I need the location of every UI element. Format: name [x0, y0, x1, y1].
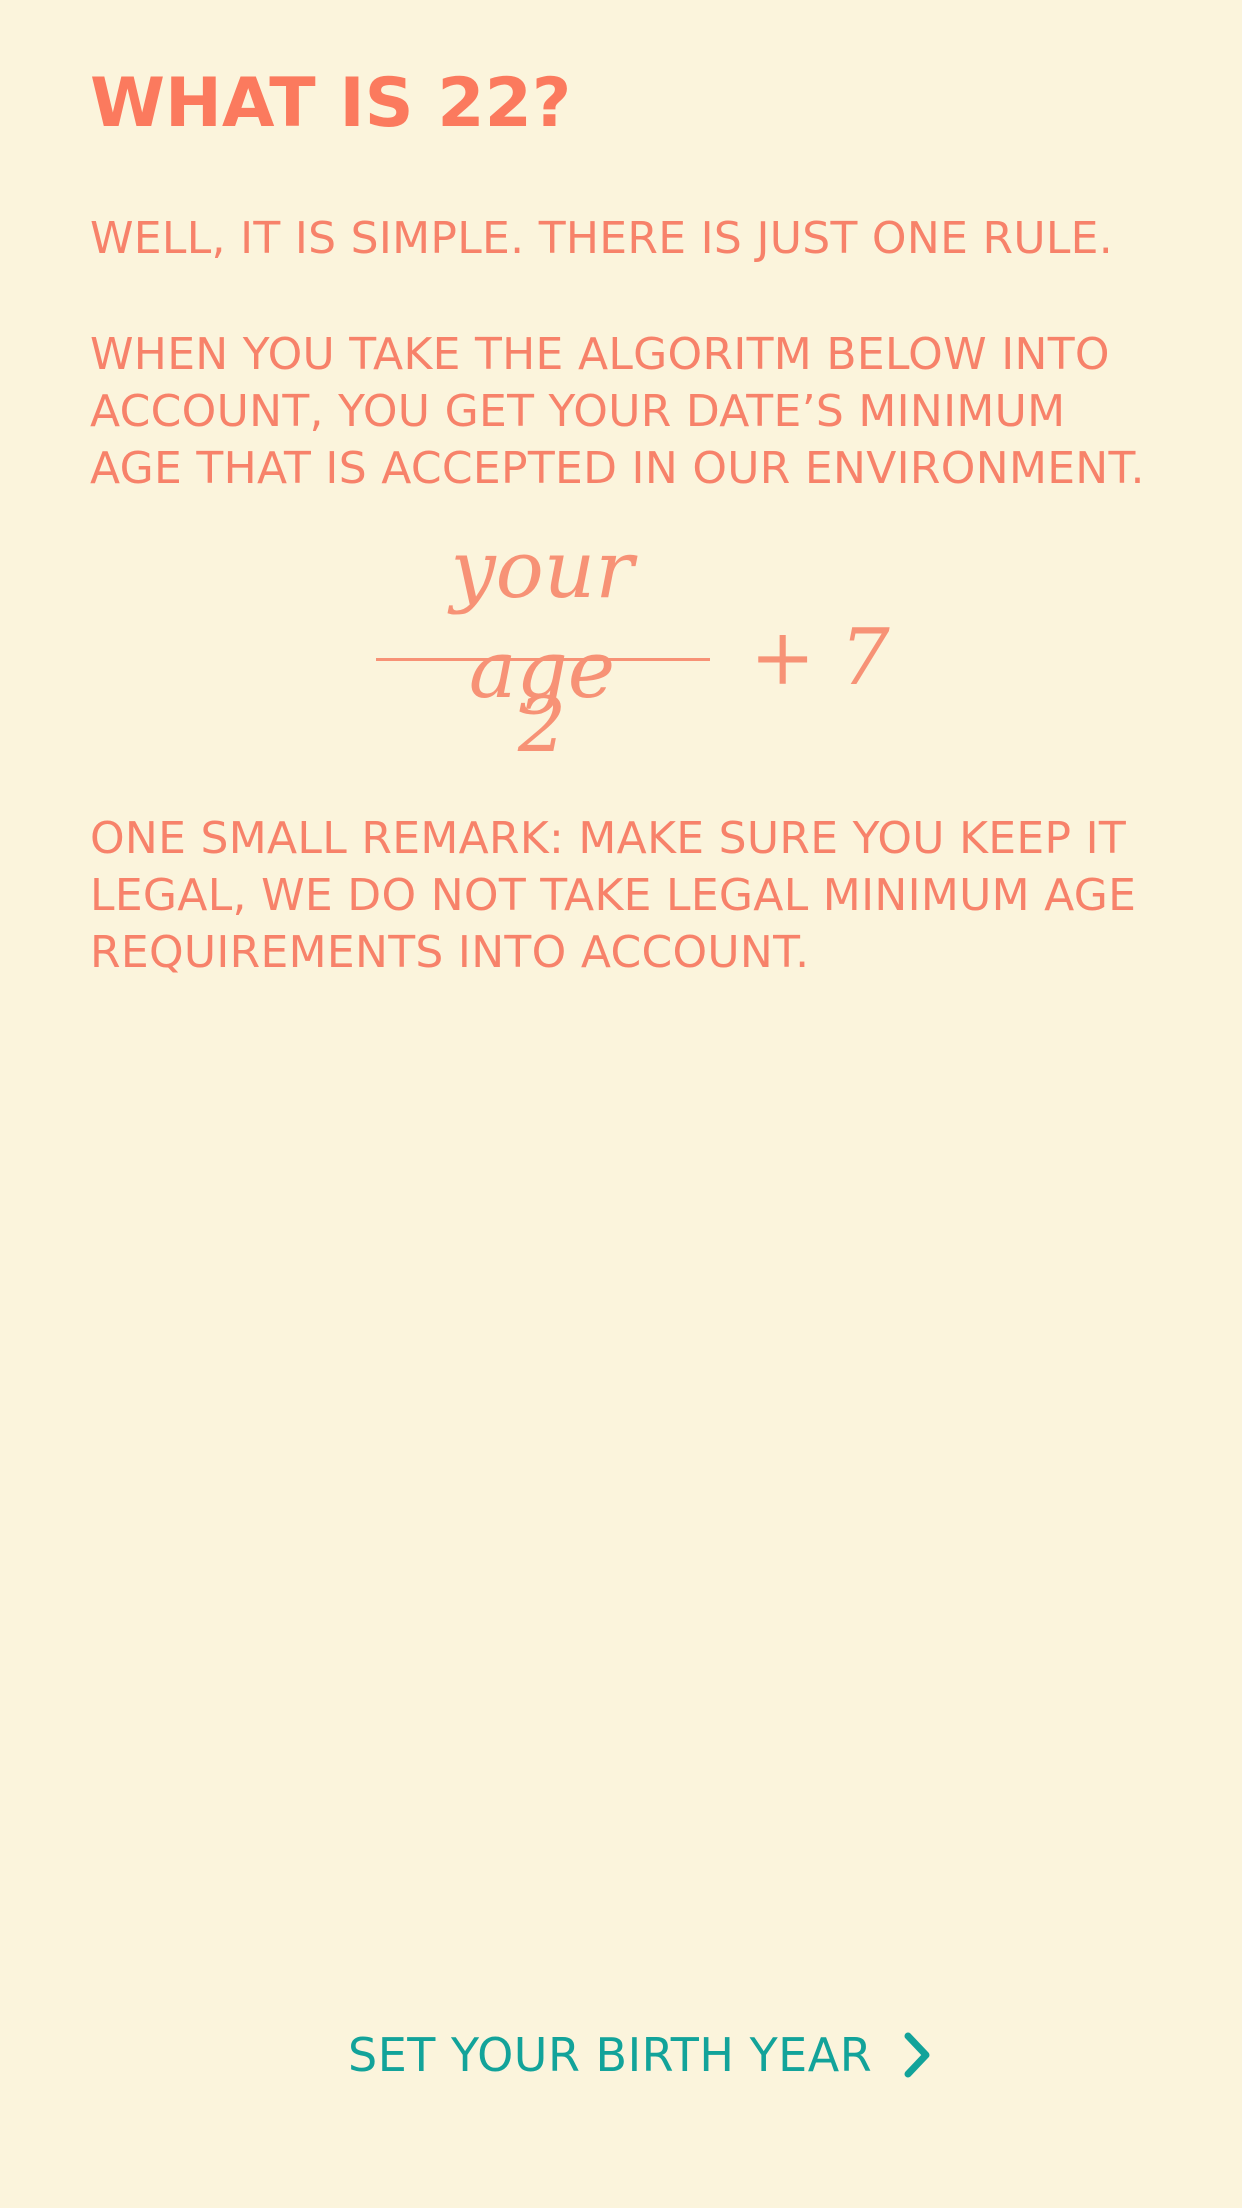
set-birth-year-label: SET YOUR BIRTH YEAR [348, 2028, 873, 2082]
formula-addend: + 7 [750, 613, 890, 703]
explanation-text: WHEN YOU TAKE THE ALGORITM BELOW INTO AC… [90, 329, 1145, 494]
chevron-right-icon [902, 2032, 932, 2078]
formula-fraction-bar [376, 658, 710, 661]
formula-denominator: 2 [517, 680, 567, 769]
page-title: WHAT IS 22? [90, 64, 572, 143]
set-birth-year-button[interactable]: SET YOUR BIRTH YEAR [348, 2020, 932, 2090]
intro-text: WELL, IT IS SIMPLE. THERE IS JUST ONE RU… [90, 213, 1114, 264]
remark-text: ONE SMALL REMARK: MAKE SURE YOU KEEP IT … [90, 813, 1137, 978]
age-formula: your age 2 + 7 [370, 520, 890, 780]
